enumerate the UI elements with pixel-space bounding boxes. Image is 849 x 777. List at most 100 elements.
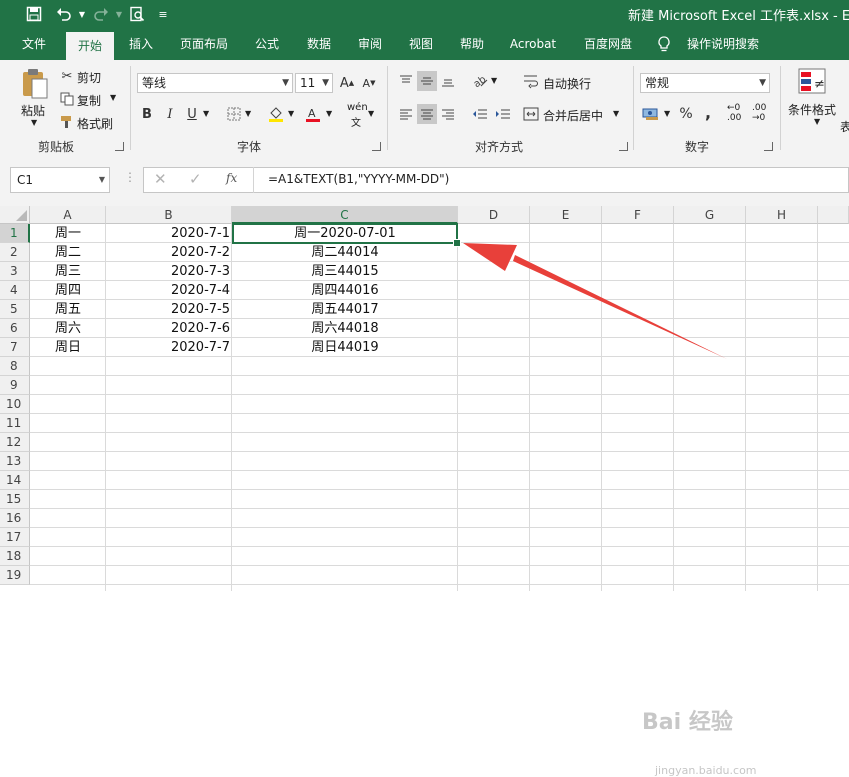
underline-dropdown-icon[interactable]: ▼	[203, 109, 209, 118]
conditional-format-dropdown-icon[interactable]: ▼	[814, 117, 820, 126]
scissors-icon[interactable]: ✂	[57, 66, 77, 86]
tab-insert[interactable]: 插入	[122, 28, 160, 60]
row-header[interactable]: 12	[0, 433, 30, 452]
tab-file[interactable]: 文件	[10, 28, 58, 60]
column-header[interactable]: D	[458, 206, 530, 224]
clipboard-launcher-icon[interactable]	[115, 142, 124, 151]
format-painter-button[interactable]: 格式刷	[77, 115, 113, 132]
font-name-combo[interactable]: 等线 ▼	[137, 73, 293, 93]
row-header[interactable]: 18	[0, 547, 30, 566]
column-header[interactable]: C	[232, 206, 458, 224]
tab-data[interactable]: 数据	[300, 28, 338, 60]
decrease-indent-icon[interactable]	[470, 104, 490, 124]
font-launcher-icon[interactable]	[372, 142, 381, 151]
percent-button[interactable]: %	[676, 104, 696, 124]
decrease-decimal-icon[interactable]: .00 →0	[752, 103, 766, 123]
paste-button[interactable]: 粘贴	[21, 102, 45, 119]
row-header[interactable]: 15	[0, 490, 30, 509]
font-color-icon[interactable]: A	[303, 104, 323, 124]
copy-button[interactable]: 复制	[77, 92, 101, 109]
border-dropdown-icon[interactable]: ▼	[245, 109, 251, 118]
cell-b5[interactable]: 2020-7-5	[106, 300, 230, 319]
number-format-combo[interactable]: 常规 ▼	[640, 73, 770, 93]
row-header[interactable]: 10	[0, 395, 30, 414]
align-center-icon[interactable]	[417, 104, 437, 124]
accounting-dropdown-icon[interactable]: ▼	[664, 109, 670, 118]
formula-input[interactable]: =A1&TEXT(B1,"YYYY-MM-DD")	[268, 172, 449, 186]
conditional-format-icon[interactable]: ≠	[798, 68, 828, 96]
copy-dropdown-icon[interactable]: ▼	[110, 93, 116, 102]
format-as-table-button[interactable]: 表	[840, 118, 849, 135]
cell-c7[interactable]: 周日44019	[232, 338, 458, 357]
increase-decimal-icon[interactable]: ←0.00	[727, 103, 741, 123]
paste-dropdown-icon[interactable]: ▼	[31, 118, 37, 127]
column-header[interactable]	[818, 206, 849, 224]
phonetic-guide-button[interactable]: wén	[347, 102, 368, 113]
column-header[interactable]: A	[30, 206, 106, 224]
cell-c6[interactable]: 周六44018	[232, 319, 458, 338]
name-box[interactable]: C1 ▼	[10, 167, 110, 193]
fill-color-dropdown-icon[interactable]: ▼	[288, 109, 294, 118]
row-header[interactable]: 6	[0, 319, 30, 338]
row-header[interactable]: 17	[0, 528, 30, 547]
column-header[interactable]: G	[674, 206, 746, 224]
row-header[interactable]: 3	[0, 262, 30, 281]
wrap-text-button[interactable]: 自动换行	[543, 75, 591, 92]
row-header[interactable]: 13	[0, 452, 30, 471]
align-bottom-icon[interactable]	[438, 71, 458, 91]
underline-button[interactable]: U	[182, 104, 202, 124]
cell-b4[interactable]: 2020-7-4	[106, 281, 230, 300]
row-header[interactable]: 4	[0, 281, 30, 300]
row-header[interactable]: 5	[0, 300, 30, 319]
customize-toolbar-icon[interactable]: ≡	[152, 3, 174, 25]
increase-font-icon[interactable]: A ▲	[337, 73, 357, 93]
italic-button[interactable]: I	[160, 104, 180, 124]
column-header[interactable]: F	[602, 206, 674, 224]
font-size-combo[interactable]: 11 ▼	[295, 73, 333, 93]
resize-dots-icon[interactable]: ⋮	[124, 170, 136, 184]
wrap-text-icon[interactable]	[521, 71, 541, 91]
cell-b6[interactable]: 2020-7-6	[106, 319, 230, 338]
tab-review[interactable]: 审阅	[351, 28, 389, 60]
row-header[interactable]: 16	[0, 509, 30, 528]
row-header[interactable]: 14	[0, 471, 30, 490]
cancel-icon[interactable]: ✕	[154, 170, 167, 188]
orientation-dropdown-icon[interactable]: ▼	[491, 76, 497, 85]
column-header[interactable]: H	[746, 206, 818, 224]
cell-b2[interactable]: 2020-7-2	[106, 243, 230, 262]
cell-a6[interactable]: 周六	[30, 319, 106, 338]
row-header[interactable]: 11	[0, 414, 30, 433]
cell-a4[interactable]: 周四	[30, 281, 106, 300]
column-header[interactable]: E	[530, 206, 602, 224]
alignment-launcher-icon[interactable]	[619, 142, 628, 151]
row-header[interactable]: 2	[0, 243, 30, 262]
format-painter-icon[interactable]	[57, 112, 77, 132]
row-header[interactable]: 8	[0, 357, 30, 376]
tab-acrobat[interactable]: Acrobat	[505, 28, 561, 60]
orientation-icon[interactable]: ab	[470, 71, 490, 91]
tab-baidu-netdisk[interactable]: 百度网盘	[578, 28, 638, 60]
align-middle-icon[interactable]	[417, 71, 437, 91]
insert-function-button[interactable]: fx	[226, 171, 237, 185]
border-icon[interactable]	[224, 104, 244, 124]
align-right-icon[interactable]	[438, 104, 458, 124]
tell-me-search[interactable]: 操作说明搜索	[684, 28, 762, 60]
cell-c4[interactable]: 周四44016	[232, 281, 458, 300]
tab-page-layout[interactable]: 页面布局	[174, 28, 234, 60]
row-header[interactable]: 19	[0, 566, 30, 585]
enter-icon[interactable]: ✓	[189, 170, 202, 188]
number-launcher-icon[interactable]	[764, 142, 773, 151]
save-icon[interactable]	[23, 3, 45, 25]
chevron-down-icon[interactable]: ▼	[99, 168, 105, 192]
align-top-icon[interactable]	[396, 71, 416, 91]
cell-a2[interactable]: 周二	[30, 243, 106, 262]
phonetic-dropdown-icon[interactable]: ▼	[368, 109, 374, 118]
increase-indent-icon[interactable]	[493, 104, 513, 124]
merge-center-button[interactable]: 合并后居中	[543, 107, 603, 124]
select-all-corner[interactable]	[0, 206, 30, 224]
conditional-format-button[interactable]: 条件格式	[788, 101, 836, 118]
paste-icon[interactable]	[20, 68, 50, 100]
tab-view[interactable]: 视图	[402, 28, 440, 60]
font-color-dropdown-icon[interactable]: ▼	[326, 109, 332, 118]
decrease-font-icon[interactable]: A ▼	[359, 73, 379, 93]
